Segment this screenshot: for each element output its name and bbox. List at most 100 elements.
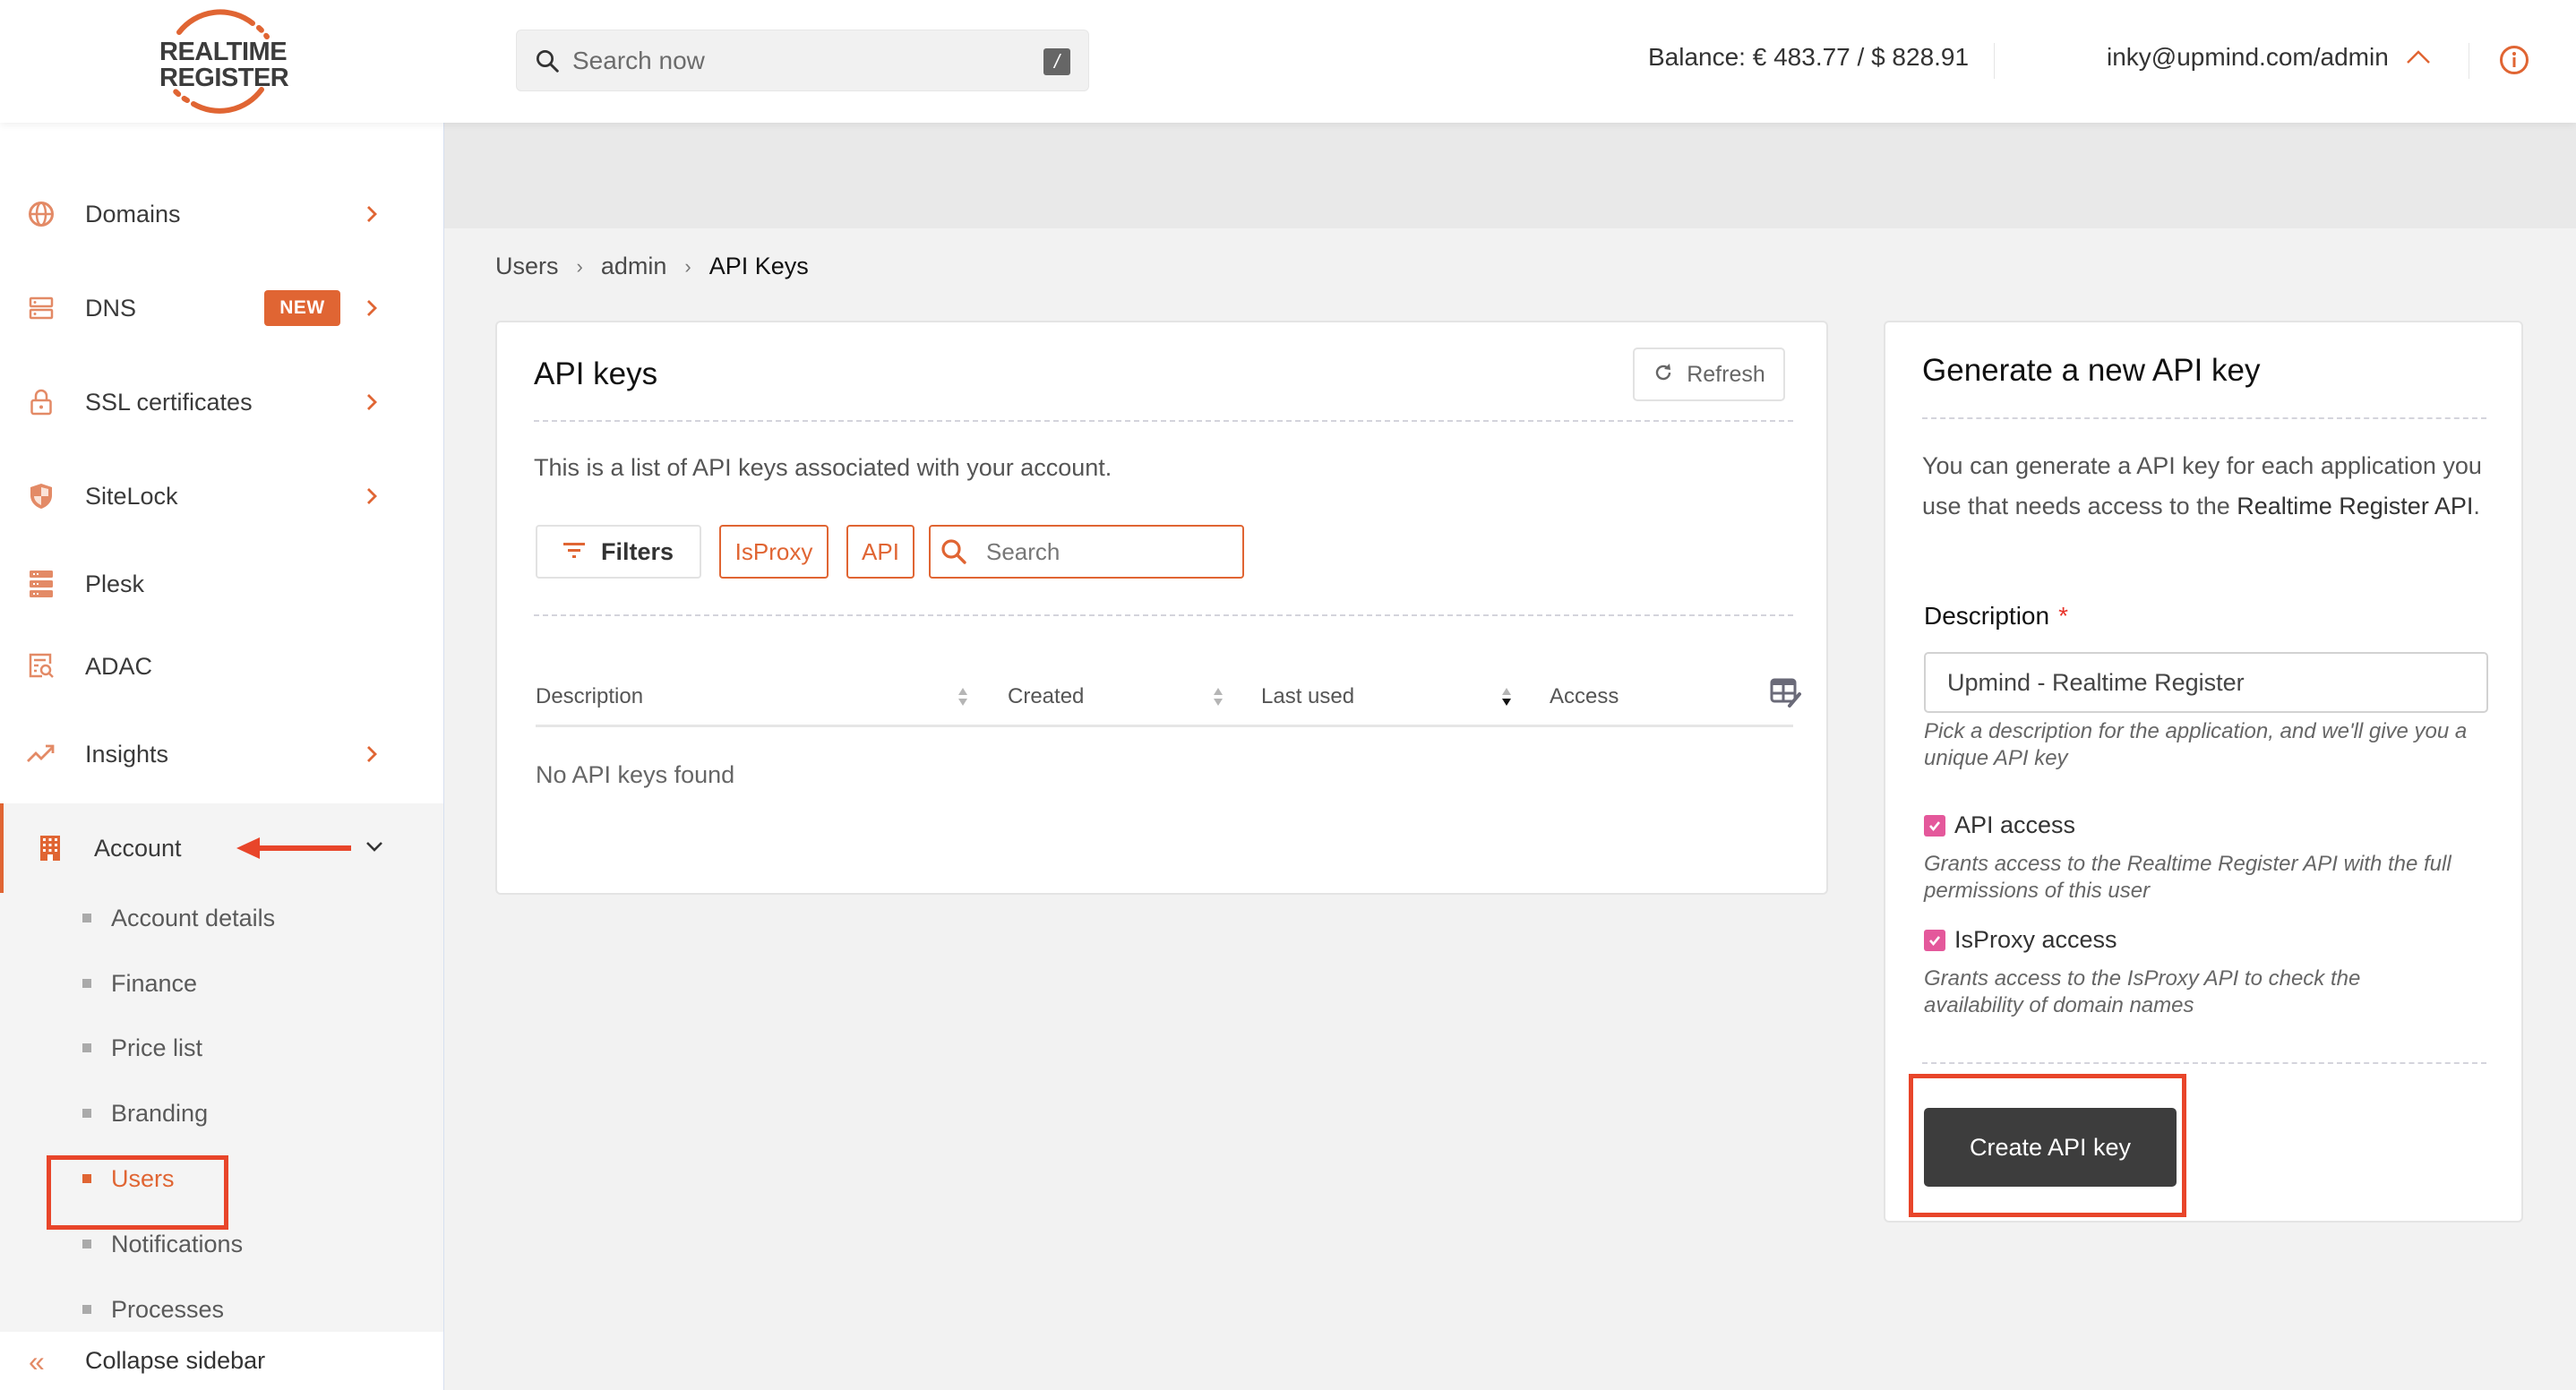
realtime-register-logo[interactable]: REALTIME REGISTER — [154, 7, 289, 115]
checkmark-icon — [1929, 935, 1941, 946]
filters-label: Filters — [600, 537, 674, 565]
sidebar-item-domains[interactable]: Domains — [0, 169, 443, 259]
chevron-right-icon — [363, 203, 381, 225]
search-icon — [531, 45, 563, 77]
sidebar-item-label: Plesk — [85, 570, 145, 597]
sidebar-subitem-account-details[interactable]: Account details — [82, 896, 275, 940]
sidebar-item-dns[interactable]: DNS NEW — [0, 263, 443, 353]
shield-icon — [27, 482, 56, 511]
api-access-label: API access — [1954, 811, 2076, 838]
chevron-right-icon — [363, 743, 381, 765]
sidebar-item-label: SSL certificates — [85, 388, 253, 416]
api-keys-title: API keys — [534, 356, 658, 391]
sidebar-subitem-label: Users — [111, 1164, 175, 1192]
header-divider — [1994, 43, 1995, 79]
sidebar: Domains DNS NEW SSL certificates SiteLoc… — [0, 123, 444, 1390]
sidebar-subitem-label: Account details — [111, 904, 276, 931]
info-icon[interactable] — [2499, 45, 2529, 75]
lock-icon — [27, 388, 56, 416]
sidebar-subitem-notifications[interactable]: Notifications — [82, 1222, 243, 1266]
chevron-down-icon — [364, 837, 382, 859]
filters-button[interactable]: Filters — [536, 525, 701, 579]
sidebar-item-label: Domains — [85, 200, 181, 227]
collapse-sidebar-button[interactable]: « Collapse sidebar — [0, 1332, 443, 1390]
sort-icon[interactable] — [957, 684, 969, 709]
description-input[interactable] — [1924, 652, 2488, 713]
trending-up-icon — [27, 740, 56, 768]
checkmark-icon — [1929, 820, 1941, 831]
sidebar-item-insights[interactable]: Insights — [0, 709, 443, 799]
sidebar-subitem-branding[interactable]: Branding — [82, 1091, 208, 1136]
bullet-icon — [82, 1174, 91, 1183]
bullet-icon — [82, 1240, 91, 1248]
breadcrumb-separator-icon: › — [684, 254, 691, 278]
document-search-icon — [27, 652, 56, 681]
global-search[interactable]: / — [516, 30, 1089, 91]
sort-descending-icon[interactable] — [1500, 684, 1513, 709]
generate-api-key-title: Generate a new API key — [1922, 353, 2261, 388]
refresh-icon — [1653, 362, 1674, 388]
sidebar-item-adac[interactable]: ADAC — [0, 622, 443, 711]
sidebar-subitem-processes[interactable]: Processes — [82, 1287, 224, 1332]
column-header-description[interactable]: Description — [536, 684, 643, 709]
api-access-help-text: Grants access to the Realtime Register A… — [1924, 852, 2451, 903]
breadcrumb-admin[interactable]: admin — [601, 253, 667, 280]
refresh-label: Refresh — [1687, 361, 1765, 387]
isproxy-access-checkbox[interactable] — [1924, 929, 1945, 951]
keyboard-shortcut-hint: / — [1043, 48, 1070, 75]
api-access-checkbox-row[interactable]: API access — [1924, 811, 2075, 839]
api-keys-card: API keys Refresh This is a list of API k… — [495, 321, 1828, 895]
collapse-sidebar-label: Collapse sidebar — [85, 1347, 266, 1374]
description-help-text: Pick a description for the application, … — [1924, 719, 2468, 770]
sidebar-item-plesk[interactable]: Plesk — [0, 539, 443, 629]
bullet-icon — [82, 1305, 91, 1314]
logo-line-2: REGISTER — [159, 64, 289, 92]
bullet-icon — [82, 979, 91, 988]
sidebar-item-account[interactable]: Account — [0, 803, 443, 893]
filter-icon — [562, 541, 585, 563]
bullet-icon — [82, 1043, 91, 1052]
api-access-checkbox[interactable] — [1924, 814, 1945, 837]
page-top-band — [444, 123, 2576, 228]
breadcrumb-separator-icon: › — [576, 254, 583, 278]
breadcrumb-users[interactable]: Users — [495, 253, 559, 280]
sidebar-item-label: Insights — [85, 740, 169, 768]
column-header-created[interactable]: Created — [1008, 684, 1084, 709]
breadcrumb-api-keys: API Keys — [708, 253, 809, 279]
search-icon — [940, 537, 968, 566]
sort-icon[interactable] — [1212, 684, 1224, 709]
table-search[interactable] — [929, 525, 1244, 579]
sidebar-item-label: ADAC — [85, 652, 153, 680]
description-label-text: Description — [1924, 602, 2050, 630]
isproxy-access-checkbox-row[interactable]: IsProxy access — [1924, 926, 2117, 954]
create-api-key-button[interactable]: Create API key — [1924, 1108, 2177, 1187]
sidebar-item-sitelock[interactable]: SiteLock — [0, 451, 443, 541]
divider — [534, 614, 1793, 616]
user-menu[interactable]: inky@upmind.com/admin — [2107, 43, 2432, 72]
server-icon — [27, 294, 56, 322]
generate-intro-text: You can generate a API key for each appl… — [1922, 446, 2486, 527]
refresh-button[interactable]: Refresh — [1633, 348, 1785, 401]
sidebar-subitem-users[interactable]: Users — [82, 1156, 175, 1201]
column-header-access[interactable]: Access — [1550, 684, 1619, 709]
logo-line-1: REALTIME — [159, 38, 288, 66]
api-keys-description: This is a list of API keys associated wi… — [534, 454, 1112, 481]
sidebar-subitem-finance[interactable]: Finance — [82, 961, 197, 1006]
chevron-up-icon — [2405, 43, 2432, 72]
annotation-arrow-icon — [236, 836, 353, 865]
table-column-settings-icon[interactable] — [1770, 677, 1802, 709]
building-icon — [36, 834, 64, 862]
sidebar-subitem-label: Finance — [111, 969, 198, 997]
global-search-input[interactable] — [572, 46, 1002, 75]
required-indicator: * — [2058, 602, 2068, 630]
sidebar-subitem-price-list[interactable]: Price list — [82, 1025, 202, 1070]
sidebar-subitem-label: Processes — [111, 1295, 225, 1323]
top-header: REALTIME REGISTER / Balance: € 483.77 / … — [0, 0, 2576, 123]
sidebar-subitem-label: Price list — [111, 1034, 203, 1061]
filter-chip-api[interactable]: API — [846, 525, 914, 579]
column-header-last-used[interactable]: Last used — [1261, 684, 1354, 709]
sidebar-item-ssl-certificates[interactable]: SSL certificates — [0, 357, 443, 447]
table-search-input[interactable] — [986, 537, 1228, 566]
filter-chip-isproxy[interactable]: IsProxy — [719, 525, 829, 579]
description-label: Description * — [1924, 602, 2068, 631]
